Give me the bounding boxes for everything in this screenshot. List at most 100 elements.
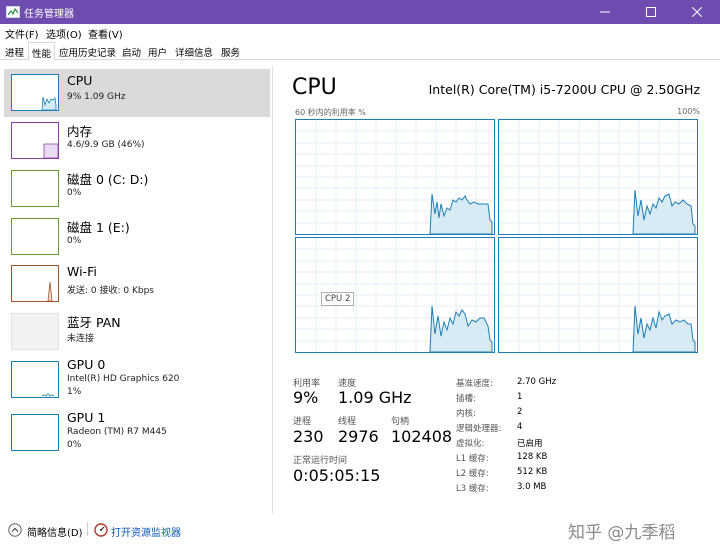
- memory-thumbnail-chart: [43, 143, 59, 159]
- footer-bar: 简略信息(D) 打开资源监视器 知乎 @九季稻: [0, 514, 720, 550]
- l2-cache-value: 512 KB: [517, 467, 548, 477]
- close-icon: [692, 7, 702, 17]
- sidebar-item-title: CPU: [67, 73, 93, 88]
- sockets-label: 插槽:: [456, 394, 476, 404]
- sidebar-item-subtitle: 未连接: [67, 334, 95, 344]
- sidebar-item-title: 内存: [67, 124, 93, 139]
- sidebar-item-subtitle: Radeon (TM) R7 M445: [67, 427, 167, 437]
- threads-value: 2976: [338, 427, 379, 446]
- watermark-text: 知乎 @九季稻: [568, 523, 676, 543]
- wifi-thumbnail-graph: [11, 265, 59, 302]
- threads-label: 线程: [338, 417, 357, 427]
- uptime-label: 正常运行时间: [293, 456, 348, 466]
- maximize-button[interactable]: [628, 0, 674, 24]
- sidebar-item-title: 磁盘 0 (C: D:): [67, 172, 149, 187]
- sidebar-item-subtitle: 4.6/9.9 GB (46%): [67, 140, 145, 150]
- l3-cache-label: L3 缓存:: [456, 484, 489, 494]
- l1-cache-value: 128 KB: [517, 452, 548, 462]
- base-speed-label: 基准速度:: [456, 379, 493, 389]
- l1-cache-label: L1 缓存:: [456, 454, 489, 464]
- sidebar-item-subtitle: Intel(R) HD Graphics 620: [67, 374, 180, 384]
- cpu-core-2-chart: [499, 120, 697, 234]
- sidebar-item-gpu-0[interactable]: GPU 0 Intel(R) HD Graphics 620 1%: [4, 355, 270, 407]
- sockets-value: 1: [517, 392, 523, 402]
- tab-performance[interactable]: 性能: [28, 42, 56, 61]
- sidebar-item-gpu-1[interactable]: GPU 1 Radeon (TM) R7 M445 0%: [4, 409, 270, 461]
- sidebar-item-disk-0[interactable]: 磁盘 0 (C: D:) 0%: [4, 165, 270, 213]
- sidebar-item-subtitle: 0%: [67, 236, 82, 246]
- processes-value: 230: [293, 427, 324, 446]
- tab-details[interactable]: 详细信息: [172, 44, 216, 60]
- footer-divider: [87, 522, 88, 536]
- tab-processes[interactable]: 进程: [2, 44, 27, 60]
- tab-startup[interactable]: 启动: [119, 44, 144, 60]
- sidebar-item-subtitle: 9% 1.09 GHz: [67, 92, 126, 102]
- minimize-button[interactable]: [582, 0, 628, 24]
- page-title: CPU: [292, 75, 337, 100]
- cores-label: 内核:: [456, 409, 476, 419]
- speed-value: 1.09 GHz: [338, 388, 412, 407]
- window-title: 任务管理器: [24, 9, 74, 20]
- close-button[interactable]: [674, 0, 720, 24]
- utilization-value: 9%: [293, 388, 319, 407]
- virtualization-label: 虚拟化:: [456, 439, 485, 449]
- cpu-model-name: Intel(R) Core(TM) i5-7200U CPU @ 2.50GHz: [428, 82, 700, 97]
- cpu-core-graph-1: [295, 119, 495, 235]
- sidebar-item-title: GPU 1: [67, 410, 106, 425]
- sidebar-item-title: 磁盘 1 (E:): [67, 220, 130, 235]
- menu-bar: 文件(F) 选项(O) 查看(V): [0, 24, 720, 41]
- sidebar-item-wifi[interactable]: Wi-Fi 发送: 0 接收: 0 Kbps: [4, 260, 270, 308]
- bluetooth-thumbnail-graph: [11, 313, 59, 350]
- resource-monitor-icon: [94, 523, 108, 537]
- sidebar-item-memory[interactable]: 内存 4.6/9.9 GB (46%): [4, 117, 270, 165]
- chevron-up-icon[interactable]: [8, 523, 22, 537]
- sidebar-item-subtitle: 发送: 0 接收: 0 Kbps: [67, 286, 154, 296]
- memory-thumbnail-graph: [11, 122, 59, 159]
- sidebar-item-title: 蓝牙 PAN: [67, 315, 121, 330]
- gpu-0-thumbnail-graph: [11, 361, 59, 398]
- l2-cache-label: L2 缓存:: [456, 469, 489, 479]
- tab-services[interactable]: 服务: [218, 44, 243, 60]
- virtualization-value: 已启用: [517, 439, 543, 449]
- cpu-core-4-chart: [499, 238, 697, 352]
- cpu-core-1-chart: [296, 120, 494, 234]
- resource-sidebar: CPU 9% 1.09 GHz 内存 4.6/9.9 GB (46%) 磁盘 0…: [0, 66, 273, 514]
- sidebar-item-disk-1[interactable]: 磁盘 1 (E:) 0%: [4, 213, 270, 261]
- maximize-icon: [646, 7, 656, 17]
- fewer-details-link[interactable]: 简略信息(D): [27, 524, 83, 539]
- sidebar-item-bluetooth-pan[interactable]: 蓝牙 PAN 未连接: [4, 308, 270, 356]
- logical-processors-value: 4: [517, 422, 523, 432]
- logical-processors-label: 逻辑处理器:: [456, 424, 502, 434]
- sidebar-item-title: GPU 0: [67, 357, 106, 372]
- cpu-detail-panel: CPU Intel(R) Core(TM) i5-7200U CPU @ 2.5…: [274, 66, 720, 514]
- graph-axis-label: 60 秒内的利用率 %: [295, 108, 366, 117]
- title-bar: 任务管理器: [0, 0, 720, 24]
- wifi-thumbnail-chart: [47, 281, 53, 302]
- cpu-core-tooltip: CPU 2: [321, 292, 355, 306]
- base-speed-value: 2.70 GHz: [517, 377, 557, 387]
- menu-options[interactable]: 选项(O): [46, 26, 82, 41]
- sidebar-item-title: Wi-Fi: [67, 264, 97, 279]
- uptime-value: 0:05:05:15: [293, 466, 381, 485]
- tab-bar: 进程 性能 应用历史记录 启动 用户 详细信息 服务: [0, 41, 720, 61]
- handles-label: 句柄: [391, 417, 410, 427]
- cpu-thumbnail-chart: [41, 96, 57, 111]
- sidebar-item-subtitle: 0%: [67, 188, 82, 198]
- gpu-1-thumbnail-graph: [11, 414, 59, 451]
- menu-view[interactable]: 查看(V): [88, 26, 123, 41]
- tab-users[interactable]: 用户: [145, 44, 170, 60]
- disk-1-thumbnail-graph: [11, 218, 59, 255]
- sidebar-item-cpu[interactable]: CPU 9% 1.09 GHz: [4, 69, 270, 117]
- cores-value: 2: [517, 407, 523, 417]
- menu-file[interactable]: 文件(F): [5, 26, 39, 41]
- cpu-core-graph-2: [498, 119, 698, 235]
- handles-value: 102408: [391, 427, 453, 446]
- sidebar-item-usage: 1%: [67, 387, 82, 397]
- tab-app-history[interactable]: 应用历史记录: [56, 44, 119, 60]
- l3-cache-value: 3.0 MB: [517, 482, 547, 492]
- cpu-core-graph-4: [498, 237, 698, 353]
- disk-0-thumbnail-graph: [11, 170, 59, 207]
- cpu-core-graph-3: CPU 2: [295, 237, 495, 353]
- open-resource-monitor-link[interactable]: 打开资源监视器: [111, 524, 181, 539]
- minimize-icon: [600, 11, 610, 13]
